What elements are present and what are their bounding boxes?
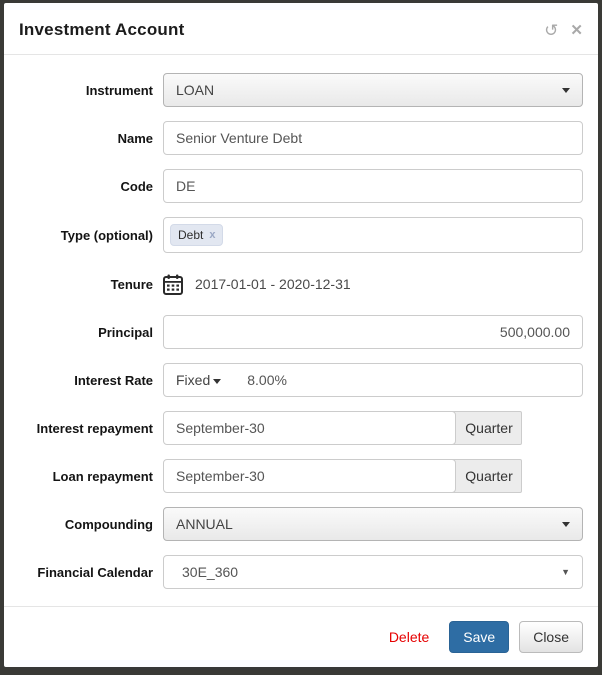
save-button[interactable]: Save xyxy=(449,621,510,653)
calendar-icon[interactable] xyxy=(163,274,183,295)
rate-mode-value: Fixed xyxy=(176,372,211,388)
code-label: Code xyxy=(120,178,154,194)
interest-repayment-input[interactable] xyxy=(163,411,456,445)
financial-calendar-selected-value: 30E_360 xyxy=(182,564,239,580)
tenure-range-value: 2017-01-01 - 2020-12-31 xyxy=(195,276,351,292)
compounding-label: Compounding xyxy=(64,516,153,532)
undo-icon[interactable]: ↺ xyxy=(544,22,558,39)
row-loan-repayment: Loan repayment Quarter xyxy=(19,459,583,493)
interest-rate-control: Fixed xyxy=(163,363,583,397)
instrument-select[interactable]: LOAN xyxy=(163,73,583,107)
row-name: Name xyxy=(19,121,583,155)
loan-repayment-input[interactable] xyxy=(163,459,456,493)
dialog-title: Investment Account xyxy=(19,20,185,39)
dialog-header: Investment Account ↺ ✕ xyxy=(4,3,598,55)
type-tag: Debt x xyxy=(170,224,224,246)
remove-tag-icon[interactable]: x xyxy=(209,229,215,241)
type-tags-input[interactable]: Debt x xyxy=(163,217,583,253)
instrument-selected-value: LOAN xyxy=(176,82,215,98)
chevron-down-icon xyxy=(213,378,222,384)
type-tag-text: Debt xyxy=(178,228,204,242)
row-financial-calendar: Financial Calendar 30E_360 ▼ xyxy=(19,555,583,589)
row-principal: Principal xyxy=(19,315,583,349)
select-arrow-icon: ▼ xyxy=(561,567,570,577)
name-label: Name xyxy=(117,130,153,146)
rate-mode-dropdown[interactable]: Fixed xyxy=(176,372,222,388)
principal-input[interactable] xyxy=(163,315,583,349)
header-tools: ↺ ✕ xyxy=(544,22,583,39)
code-input[interactable] xyxy=(163,169,583,203)
row-tenure: Tenure 2017-01-01 - 2020-12-31 xyxy=(19,267,583,301)
type-label: Type (optional) xyxy=(60,227,153,243)
close-icon[interactable]: ✕ xyxy=(570,23,583,38)
tenure-label: Tenure xyxy=(110,276,153,292)
dialog-body: Instrument LOAN Name Code Type (optional… xyxy=(4,55,598,606)
interest-repayment-period-button[interactable]: Quarter xyxy=(452,411,522,445)
close-button[interactable]: Close xyxy=(519,621,583,653)
principal-label: Principal xyxy=(98,324,153,340)
row-instrument: Instrument LOAN xyxy=(19,73,583,107)
chevron-down-icon xyxy=(562,521,570,527)
compounding-selected-value: ANNUAL xyxy=(176,516,233,532)
interest-rate-label: Interest Rate xyxy=(74,372,153,388)
dialog-footer: Delete Save Close xyxy=(4,606,598,667)
row-type: Type (optional) Debt x xyxy=(19,217,583,253)
loan-repayment-label: Loan repayment xyxy=(52,468,153,484)
delete-button[interactable]: Delete xyxy=(389,629,429,645)
row-interest-repayment: Interest repayment Quarter xyxy=(19,411,583,445)
row-compounding: Compounding ANNUAL xyxy=(19,507,583,541)
compounding-select[interactable]: ANNUAL xyxy=(163,507,583,541)
financial-calendar-select[interactable]: 30E_360 ▼ xyxy=(163,555,583,589)
interest-repayment-label: Interest repayment xyxy=(36,420,153,436)
row-interest-rate: Interest Rate Fixed xyxy=(19,363,583,397)
interest-rate-input[interactable] xyxy=(247,372,368,388)
financial-calendar-label: Financial Calendar xyxy=(37,564,153,580)
chevron-down-icon xyxy=(562,87,570,93)
row-code: Code xyxy=(19,169,583,203)
name-input[interactable] xyxy=(163,121,583,155)
loan-repayment-period-button[interactable]: Quarter xyxy=(452,459,522,493)
instrument-label: Instrument xyxy=(85,82,153,98)
investment-account-dialog: Investment Account ↺ ✕ Instrument LOAN N… xyxy=(4,3,598,667)
